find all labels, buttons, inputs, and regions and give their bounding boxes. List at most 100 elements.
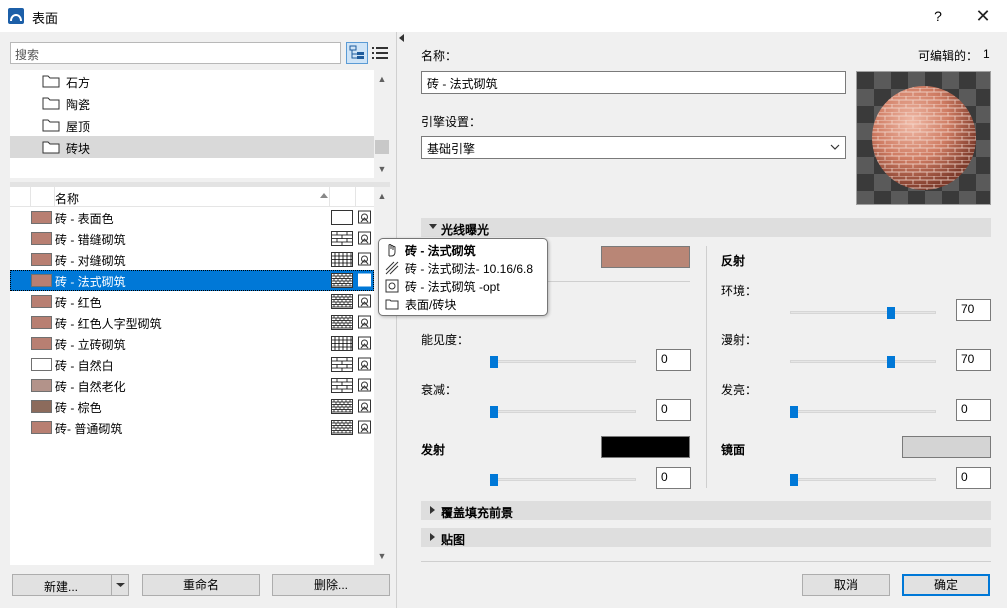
emission-slider-thumb[interactable]: [490, 474, 498, 486]
emission-slider[interactable]: [490, 478, 636, 481]
material-tooltip: 砖 - 法式砌筑 砖 - 法式砌法- 10.16/6.8 砖 - 法式砌筑 -o…: [378, 238, 548, 316]
column-name-header[interactable]: 名称: [55, 190, 79, 207]
material-label: 砖 - 棕色: [55, 401, 102, 415]
scrollbar-thumb[interactable]: [375, 140, 389, 154]
scroll-down-icon[interactable]: ▼: [377, 164, 387, 174]
folder-item[interactable]: 屋顶: [10, 114, 374, 136]
ambient-slider-thumb[interactable]: [887, 307, 895, 319]
material-row[interactable]: 砖 - 红色: [10, 291, 374, 312]
attenuation-slider[interactable]: [490, 410, 636, 413]
new-button[interactable]: 新建...: [12, 574, 129, 596]
color-swatch: [31, 295, 52, 308]
rename-button[interactable]: 重命名: [142, 574, 260, 596]
texture-icon: [358, 315, 371, 329]
emission-input[interactable]: 0: [656, 467, 691, 489]
glow-label: 发亮：: [721, 383, 758, 397]
delete-button[interactable]: 删除...: [272, 574, 390, 596]
folder-icon: [385, 297, 399, 311]
scroll-up-icon[interactable]: ▲: [377, 191, 387, 201]
specular-color-swatch[interactable]: [902, 436, 991, 458]
cancel-button[interactable]: 取消: [802, 574, 890, 596]
material-row[interactable]: 砖 - 错缝砌筑: [10, 228, 374, 249]
scroll-down-icon[interactable]: ▼: [377, 551, 387, 561]
material-label: 砖 - 错缝砌筑: [55, 233, 126, 247]
chevron-down-icon: [830, 144, 840, 150]
material-row[interactable]: 砖 - 自然老化: [10, 375, 374, 396]
material-row[interactable]: 砖 - 立砖砌筑: [10, 333, 374, 354]
material-name-field[interactable]: 砖 - 法式砌筑: [421, 71, 846, 94]
glow-slider[interactable]: [790, 410, 936, 413]
ambient-slider[interactable]: [790, 311, 936, 314]
material-label: 砖 - 对缝砌筑: [55, 254, 126, 268]
section-texture-header[interactable]: 贴图: [421, 528, 991, 547]
visibility-label: 能见度：: [421, 333, 470, 347]
attenuation-slider-thumb[interactable]: [490, 406, 498, 418]
engine-select[interactable]: 基础引擎: [421, 136, 846, 159]
attenuation-input[interactable]: 0: [656, 399, 691, 421]
hand-icon: [385, 243, 399, 257]
glow-slider-thumb[interactable]: [790, 406, 798, 418]
close-icon[interactable]: ✕: [966, 4, 1000, 28]
diffuse-input[interactable]: 70: [956, 349, 991, 371]
folder-item-selected[interactable]: 砖块: [10, 136, 374, 158]
material-row[interactable]: 砖 - 表面色: [10, 207, 374, 228]
visibility-input[interactable]: 0: [656, 349, 691, 371]
emission-color-swatch[interactable]: [601, 436, 690, 458]
tree-view-icon[interactable]: [346, 42, 368, 64]
specular-label: 镜面: [721, 443, 746, 457]
material-row[interactable]: 砖 - 棕色: [10, 396, 374, 417]
material-row[interactable]: 砖 - 红色人字型砌筑: [10, 312, 374, 333]
list-view-icon[interactable]: [371, 44, 389, 62]
title-bar: [0, 0, 1007, 32]
hatch-pattern-icon: [331, 315, 353, 330]
folder-label: 石方: [66, 76, 91, 90]
folder-tree: 石方 陶瓷 屋顶 砖块: [10, 70, 390, 178]
texture-icon: [358, 294, 371, 308]
texture-icon: [358, 231, 371, 245]
material-row-selected[interactable]: 砖 - 法式砌筑: [10, 270, 374, 291]
texture-icon: [358, 378, 371, 392]
specular-slider-thumb[interactable]: [790, 474, 798, 486]
glow-input[interactable]: 0: [956, 399, 991, 421]
search-input[interactable]: 搜索: [10, 42, 341, 64]
material-label: 砖 - 法式砌筑: [55, 275, 126, 289]
specular-slider[interactable]: [790, 478, 936, 481]
visibility-slider-thumb[interactable]: [490, 356, 498, 368]
folder-label: 屋顶: [66, 120, 91, 134]
tooltip-texture: 砖 - 法式砌筑 -opt: [405, 280, 500, 294]
surface-color-swatch[interactable]: [601, 246, 690, 268]
new-dropdown-icon[interactable]: [111, 575, 128, 595]
diffuse-slider[interactable]: [790, 360, 936, 363]
material-row[interactable]: 砖 - 自然白: [10, 354, 374, 375]
help-button[interactable]: ?: [924, 4, 952, 28]
texture-icon: [358, 210, 371, 224]
color-swatch: [31, 232, 52, 245]
texture-icon: [358, 336, 371, 350]
collapse-left-icon[interactable]: [399, 34, 404, 42]
ambient-input[interactable]: 70: [956, 299, 991, 321]
folder-scrollbar[interactable]: ▲ ▼: [374, 70, 390, 178]
ok-button[interactable]: 确定: [902, 574, 990, 596]
section-light-header[interactable]: 光线曝光: [421, 218, 991, 237]
list-header: 名称: [10, 187, 374, 207]
diffuse-slider-thumb[interactable]: [887, 356, 895, 368]
color-swatch: [31, 379, 52, 392]
attenuation-label: 衰减：: [421, 383, 458, 397]
material-row[interactable]: 砖- 普通砌筑: [10, 417, 374, 438]
folder-item[interactable]: 石方: [10, 70, 374, 92]
scroll-up-icon[interactable]: ▲: [377, 74, 387, 84]
name-label: 名称：: [421, 49, 458, 63]
reflection-label: 反射: [721, 254, 746, 268]
specular-input[interactable]: 0: [956, 467, 991, 489]
hatch-icon: [385, 261, 399, 275]
section-cover-header[interactable]: 覆盖填充前景: [421, 501, 991, 520]
material-row[interactable]: 砖 - 对缝砌筑: [10, 249, 374, 270]
visibility-slider[interactable]: [490, 360, 636, 363]
diffuse-label: 漫射：: [721, 333, 758, 347]
texture-icon: [358, 399, 371, 413]
texture-icon: [385, 279, 399, 293]
folder-item[interactable]: 陶瓷: [10, 92, 374, 114]
divider: [421, 561, 991, 562]
panel-divider[interactable]: [396, 32, 408, 608]
hatch-pattern-icon: [331, 273, 353, 288]
